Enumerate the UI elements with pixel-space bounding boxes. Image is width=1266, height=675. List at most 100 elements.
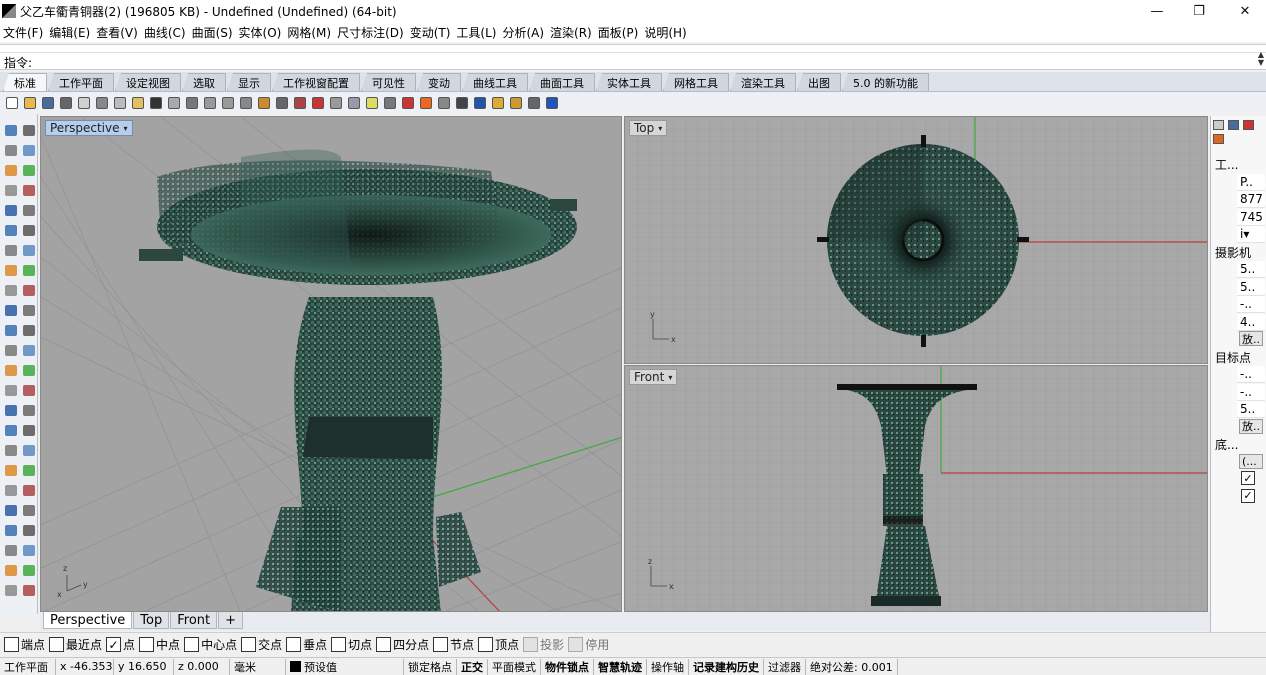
status-toggle-0[interactable]: 锁定格点 xyxy=(404,658,457,675)
zoom-selected-button[interactable] xyxy=(255,94,272,111)
command-scroll-icon[interactable]: ▲ ▼ xyxy=(1258,51,1264,67)
check-tool[interactable] xyxy=(2,442,19,458)
menu-item-7[interactable]: 尺寸标注(D) xyxy=(336,24,409,41)
menu-item-12[interactable]: 面板(P) xyxy=(597,24,644,41)
shield-button[interactable] xyxy=(399,94,416,111)
menu-item-8[interactable]: 变动(T) xyxy=(409,24,456,41)
front-viewport-title[interactable]: Front ▾ xyxy=(629,369,678,385)
cut-button[interactable] xyxy=(93,94,110,111)
new-file-button[interactable] xyxy=(3,94,20,111)
panel-value-12[interactable]: -.. xyxy=(1237,366,1265,383)
join-tool[interactable] xyxy=(2,422,19,438)
line-tool[interactable] xyxy=(2,142,19,158)
panel-value-13[interactable]: -.. xyxy=(1237,383,1265,401)
toolbar-tab-13[interactable]: 出图 xyxy=(797,73,841,91)
material-sphere-button[interactable] xyxy=(435,94,452,111)
snap-tool[interactable] xyxy=(20,542,37,558)
grid-tool[interactable] xyxy=(2,562,19,578)
osnap-0[interactable]: 端点 xyxy=(4,636,45,653)
toolbar-tab-8[interactable]: 曲线工具 xyxy=(462,73,528,91)
toolbar-tab-11[interactable]: 网格工具 xyxy=(663,73,729,91)
layer-button[interactable] xyxy=(345,94,362,111)
toolbar-tab-10[interactable]: 实体工具 xyxy=(596,73,662,91)
maximize-button[interactable]: ❐ xyxy=(1176,0,1222,22)
panel-button-15[interactable]: 放.. xyxy=(1239,418,1263,434)
render-sphere-button[interactable] xyxy=(453,94,470,111)
arc-tool[interactable] xyxy=(20,162,37,178)
status-toggle-2[interactable]: 平面模式 xyxy=(488,658,541,675)
osnap-6[interactable]: 垂点 xyxy=(286,636,327,653)
layer-tool[interactable] xyxy=(20,522,37,538)
split-tool[interactable] xyxy=(20,402,37,418)
menu-item-11[interactable]: 渲染(R) xyxy=(549,24,597,41)
rotate-tool[interactable] xyxy=(2,362,19,378)
copy-button[interactable] xyxy=(111,94,128,111)
material-icon[interactable] xyxy=(1213,134,1224,144)
pan-hand-button[interactable] xyxy=(165,94,182,111)
viewport-tab-2[interactable]: Front xyxy=(170,612,218,629)
dimension-tool[interactable] xyxy=(2,342,19,358)
panel-value-6[interactable]: 5.. xyxy=(1237,261,1265,278)
panel-value-1[interactable]: P.. xyxy=(1237,173,1265,191)
toolbar-tab-2[interactable]: 设定视图 xyxy=(115,73,181,91)
mesh-tool[interactable] xyxy=(2,322,19,338)
mirror-tool[interactable] xyxy=(2,382,19,398)
close-button[interactable]: ✕ xyxy=(1222,0,1266,22)
panel-button-10[interactable]: 放.. xyxy=(1239,331,1263,346)
ellipse-tool[interactable] xyxy=(2,182,19,198)
ortho-tool[interactable] xyxy=(20,562,37,578)
toolbar-tab-6[interactable]: 可见性 xyxy=(361,73,416,91)
text-tool[interactable] xyxy=(20,322,37,338)
status-toggle-8[interactable]: 绝对公差: 0.001 xyxy=(806,658,898,675)
cylinder-tool[interactable] xyxy=(2,262,19,278)
panel-checkbox-19[interactable]: ✓ xyxy=(1241,488,1255,503)
menu-item-9[interactable]: 工具(L) xyxy=(455,24,501,41)
zoom-button[interactable] xyxy=(201,94,218,111)
hide-tool[interactable] xyxy=(20,502,37,518)
status-toggle-6[interactable]: 记录建构历史 xyxy=(689,658,764,675)
panel-value-14[interactable]: 5.. xyxy=(1237,401,1265,418)
chevron-down-icon[interactable]: ▾ xyxy=(658,124,662,133)
lock-tool[interactable] xyxy=(2,522,19,538)
osnap-checkbox-5[interactable] xyxy=(241,637,257,652)
rectangle-tool[interactable] xyxy=(20,182,37,198)
lock-button[interactable] xyxy=(381,94,398,111)
toolbar-tab-4[interactable]: 显示 xyxy=(227,73,271,91)
osnap-5[interactable]: 交点 xyxy=(241,636,282,653)
toolbar-tab-3[interactable]: 选取 xyxy=(182,73,226,91)
menu-item-0[interactable]: 文件(F) xyxy=(2,24,48,41)
current-layer[interactable]: 预设值 xyxy=(286,658,404,675)
panel-value-2[interactable]: 877 xyxy=(1237,191,1265,208)
panel-value-9[interactable]: 4.. xyxy=(1237,313,1265,331)
print-button[interactable] xyxy=(57,94,74,111)
plugin-button[interactable] xyxy=(525,94,542,111)
panel-value-3[interactable]: 745 xyxy=(1237,208,1265,226)
camera-tool[interactable] xyxy=(20,482,37,498)
osnap-checkbox-3[interactable] xyxy=(139,637,155,652)
sphere-tool[interactable] xyxy=(20,242,37,258)
options-button[interactable] xyxy=(489,94,506,111)
osnap-checkbox-9[interactable] xyxy=(433,637,449,652)
menu-item-13[interactable]: 说明(H) xyxy=(643,24,691,41)
camera-view-icon[interactable] xyxy=(1228,120,1239,130)
osnap-3[interactable]: 中点 xyxy=(139,636,180,653)
osnap-9[interactable]: 节点 xyxy=(433,636,474,653)
curve-tool[interactable] xyxy=(20,202,37,218)
toolbar-tab-14[interactable]: 5.0 的新功能 xyxy=(842,73,929,91)
history-tool[interactable] xyxy=(2,542,19,558)
command-input[interactable] xyxy=(40,53,1250,69)
select-button[interactable] xyxy=(309,94,326,111)
minimize-button[interactable]: — xyxy=(1134,0,1180,22)
status-toggle-3[interactable]: 物件锁点 xyxy=(541,658,594,675)
osnap-checkbox-7[interactable] xyxy=(331,637,347,652)
osnap-checkbox-6[interactable] xyxy=(286,637,302,652)
array-tool[interactable] xyxy=(20,382,37,398)
osnap-4[interactable]: 中心点 xyxy=(184,636,237,653)
menu-item-3[interactable]: 曲线(C) xyxy=(143,24,191,41)
four-viewports-button[interactable] xyxy=(291,94,308,111)
viewport-tab-0[interactable]: Perspective xyxy=(43,612,133,629)
cone-tool[interactable] xyxy=(20,262,37,278)
toolbar-tab-5[interactable]: 工作视窗配置 xyxy=(272,73,360,91)
polyline-tool[interactable] xyxy=(20,142,37,158)
surface-tool[interactable] xyxy=(2,222,19,238)
